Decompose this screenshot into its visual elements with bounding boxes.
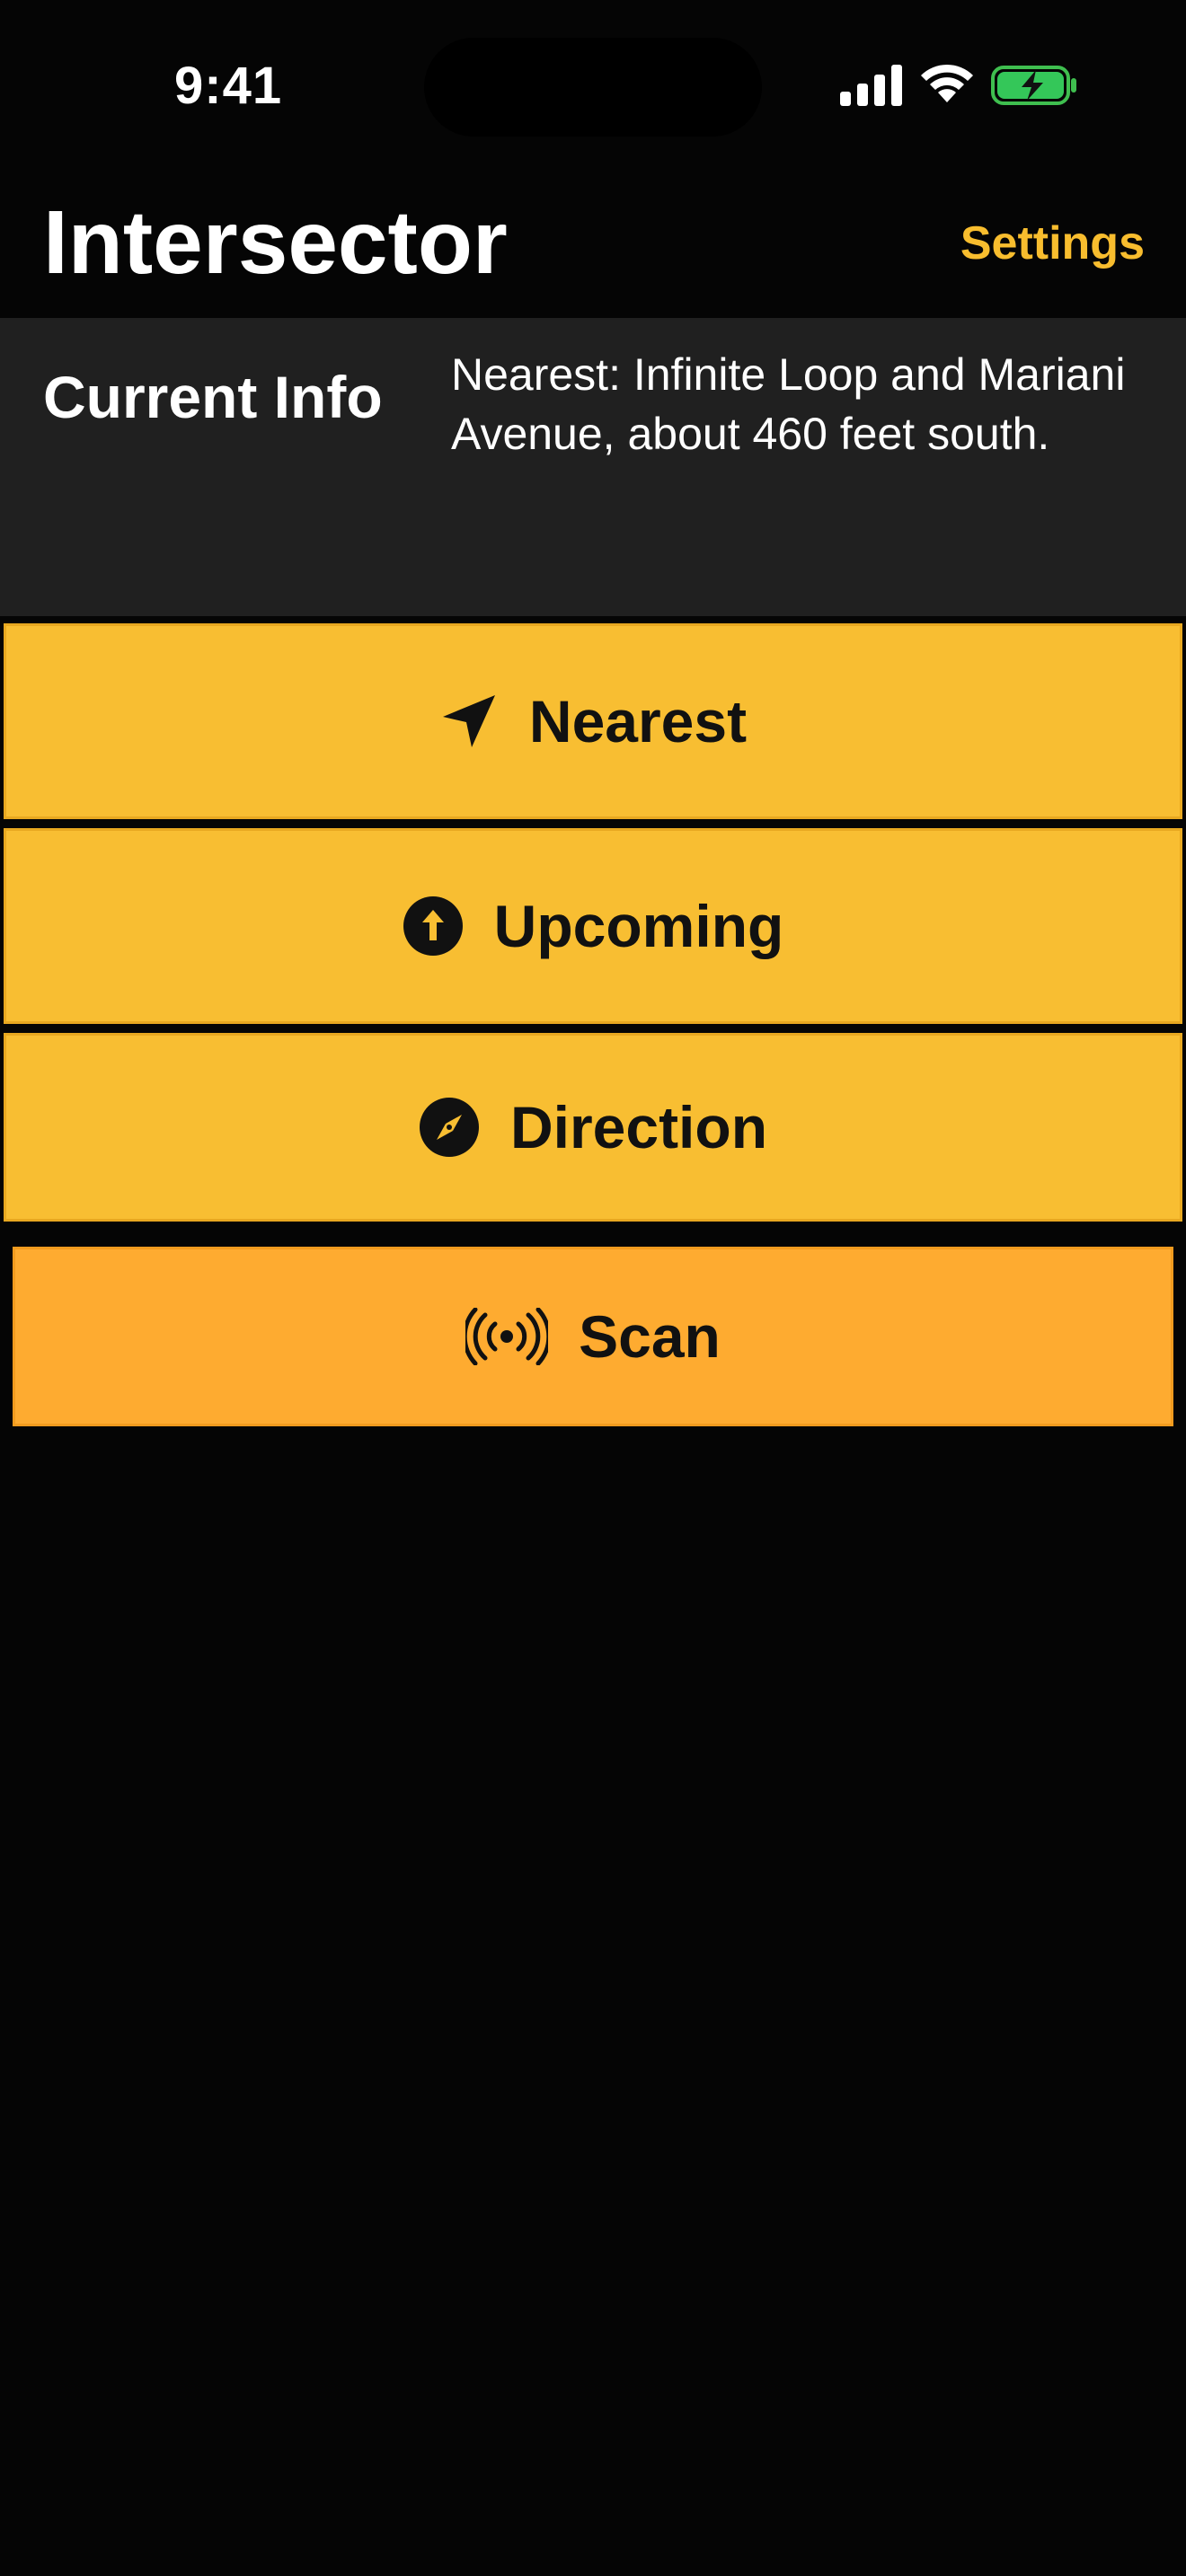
scan-button-label: Scan [579, 1303, 721, 1370]
upcoming-button[interactable]: Upcoming [4, 828, 1182, 1024]
scan-button-content: Scan [465, 1302, 721, 1371]
current-info-panel: Current Info Nearest: Infinite Loop and … [0, 318, 1186, 616]
broadcast-icon [465, 1308, 549, 1365]
upcoming-button-content: Upcoming [403, 892, 784, 960]
current-info-text: Nearest: Infinite Loop and Mariani Avenu… [451, 349, 1126, 459]
settings-button[interactable]: Settings [960, 212, 1145, 275]
direction-button-content: Direction [419, 1093, 767, 1161]
status-bar: 9:41 [0, 0, 1186, 171]
wifi-icon [921, 64, 973, 102]
compass-icon [419, 1097, 480, 1158]
status-time: 9:41 [174, 57, 283, 115]
arrow-up-circle-icon [403, 895, 464, 957]
location-arrow-icon [439, 692, 499, 751]
direction-button[interactable]: Direction [4, 1033, 1182, 1222]
app-screen: 9:41 Intersector Settings Current Info N… [0, 0, 1186, 2576]
upcoming-button-label: Upcoming [493, 893, 784, 959]
direction-button-label: Direction [509, 1094, 768, 1160]
dynamic-island [424, 38, 762, 137]
page-title: Intersector [43, 192, 508, 293]
nearest-button-label: Nearest [528, 688, 748, 754]
nearest-button[interactable]: Nearest [4, 623, 1182, 819]
cellular-signal-icon [840, 65, 902, 106]
current-info-label: Current Info [43, 364, 383, 430]
scan-button[interactable]: Scan [13, 1247, 1173, 1426]
nearest-button-content: Nearest [439, 687, 747, 755]
battery-charging-icon [991, 66, 1076, 105]
